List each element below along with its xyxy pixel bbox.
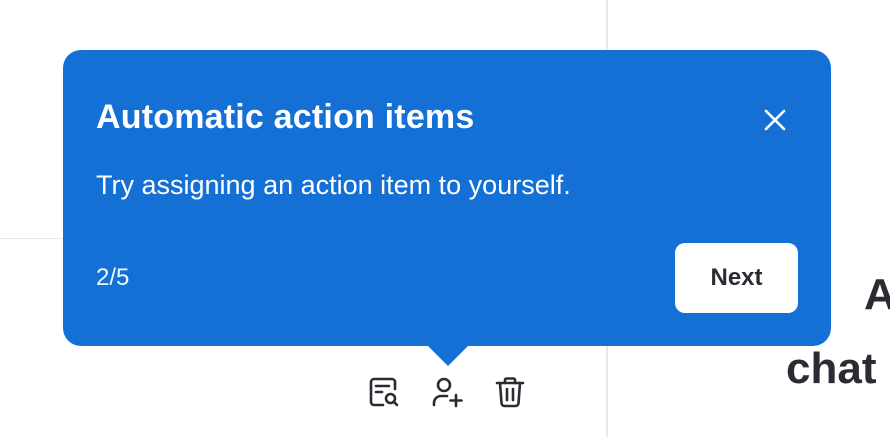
onboarding-tooltip: Automatic action items Try assigning an … [63, 50, 831, 346]
next-button[interactable]: Next [675, 243, 798, 313]
tooltip-body: Try assigning an action item to yourself… [96, 170, 571, 200]
tooltip-pointer [428, 346, 468, 366]
find-in-document-icon[interactable] [365, 374, 401, 410]
right-panel-heading: A [864, 270, 890, 319]
tooltip-title: Automatic action items [96, 98, 475, 136]
step-counter: 2/5 [96, 264, 130, 291]
right-panel-subtext: chat [786, 344, 877, 393]
close-icon[interactable] [757, 102, 793, 138]
trash-icon[interactable] [492, 374, 528, 410]
assign-user-icon[interactable] [429, 374, 465, 410]
